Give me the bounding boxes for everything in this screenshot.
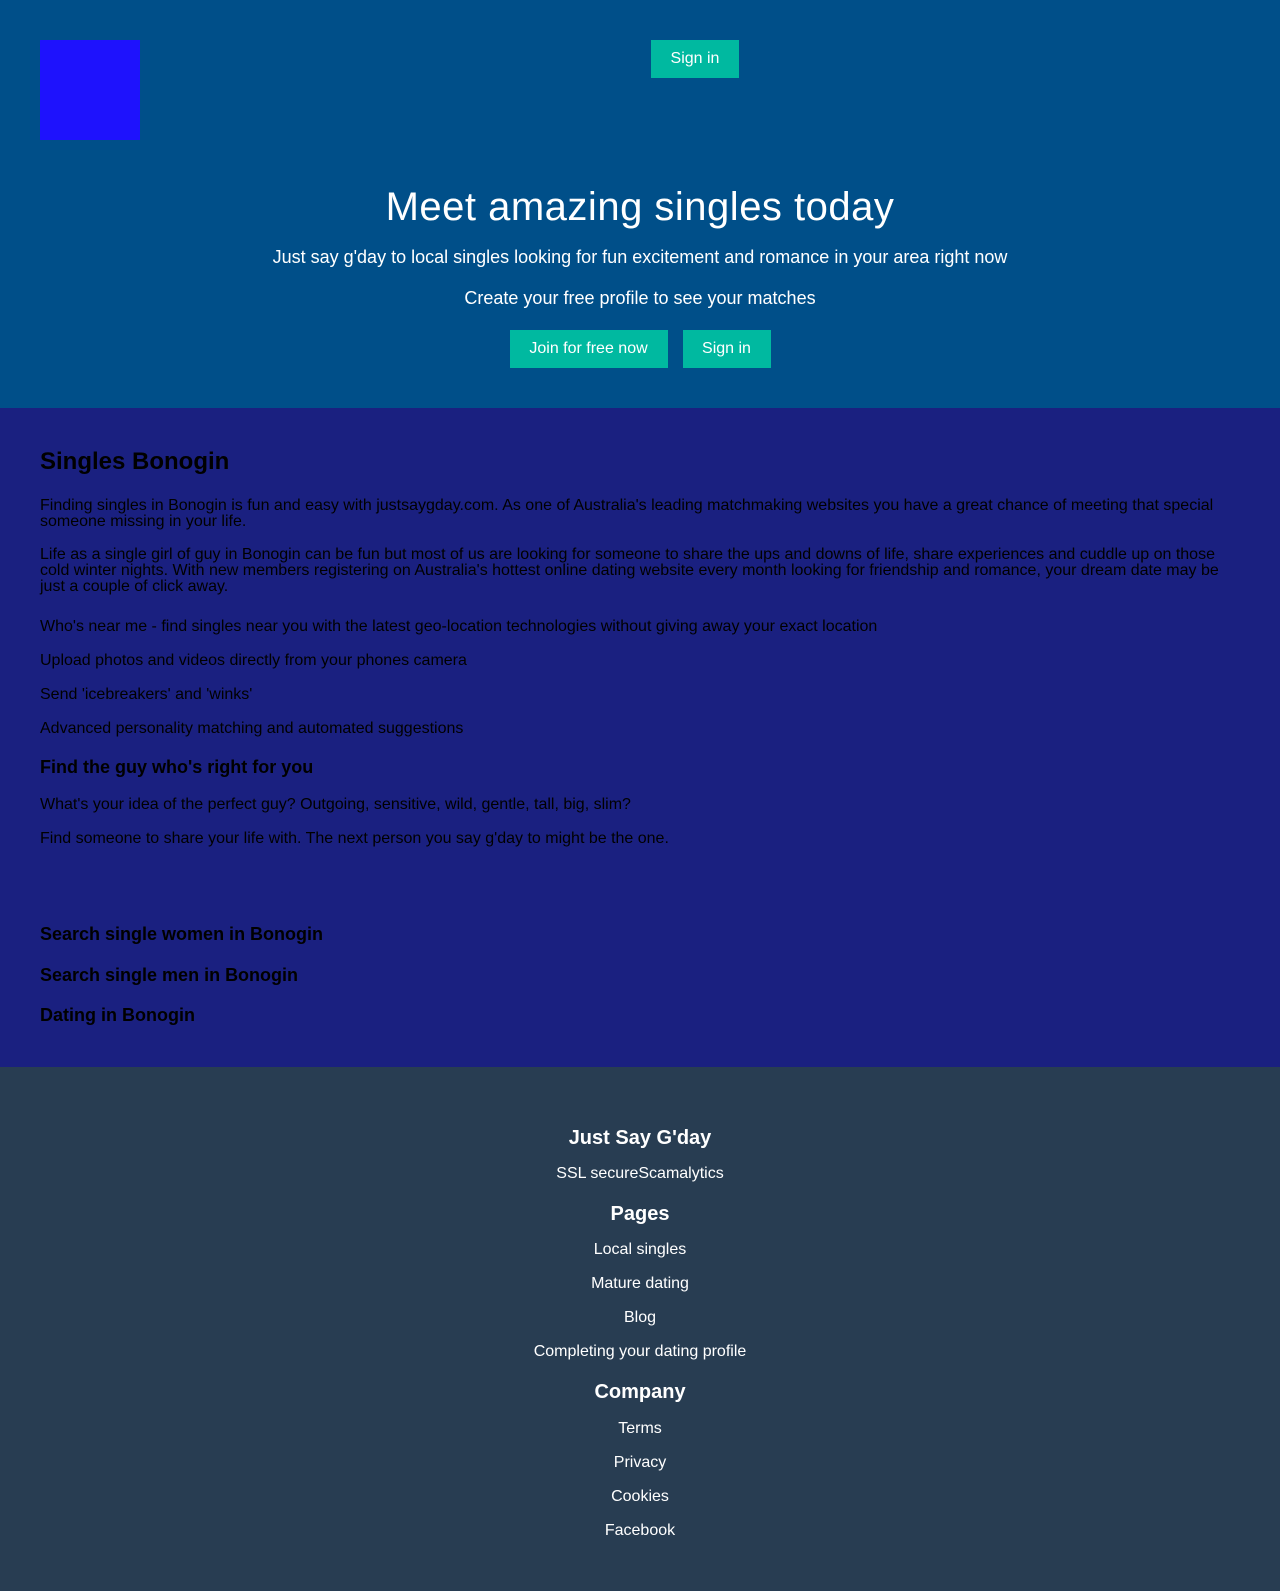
footer-company-heading: Company <box>594 1381 686 1403</box>
footer-link-local-singles[interactable]: Local singles <box>0 1241 1280 1259</box>
hero-cta-text: Create your free profile to see your mat… <box>464 288 816 308</box>
footer-link-privacy[interactable]: Privacy <box>0 1454 1280 1472</box>
header-sign-in-button[interactable]: Sign in <box>651 40 739 78</box>
guy-subheading: Find the guy who's right for you <box>40 757 314 777</box>
feature-personality-matching: Advanced personality matching and automa… <box>40 720 464 737</box>
feature-geo-location: Who's near me - find singles near you wi… <box>40 618 878 635</box>
feature-upload-photos: Upload photos and videos directly from y… <box>40 652 467 669</box>
intro-paragraph: Finding singles in Bonogin is fun and ea… <box>40 497 1214 530</box>
footer-pages-heading: Pages <box>610 1203 670 1225</box>
dating-link[interactable]: Dating in Bonogin <box>40 1005 195 1026</box>
footer-link-mature-dating[interactable]: Mature dating <box>0 1275 1280 1293</box>
footer-link-facebook[interactable]: Facebook <box>0 1522 1280 1540</box>
perfect-guy-paragraph: What's your idea of the perfect guy? Out… <box>40 796 631 813</box>
join-free-button[interactable]: Join for free now <box>509 330 668 368</box>
site-logo[interactable] <box>40 40 140 140</box>
hero-section: Sign in Meet amazing singles today Just … <box>0 0 1280 408</box>
footer-link-cookies[interactable]: Cookies <box>0 1488 1280 1506</box>
footer-link-terms[interactable]: Terms <box>0 1420 1280 1438</box>
share-life-paragraph: Find someone to share your life with. Th… <box>40 830 669 847</box>
main-content: Singles Bonogin Finding singles in Bonog… <box>0 408 1280 1067</box>
search-women-link[interactable]: Search single women in Bonogin <box>40 924 323 945</box>
hero-button-group: Join for free now Sign in <box>0 330 1280 368</box>
main-heading: Singles Bonogin <box>40 448 230 475</box>
hero-title: Meet amazing singles today <box>385 185 895 229</box>
feature-icebreakers: Send 'icebreakers' and 'winks' <box>40 686 253 703</box>
footer-brand: Just Say G'day <box>568 1127 712 1149</box>
life-paragraph: Life as a single girl of guy in Bonogin … <box>40 546 1219 595</box>
footer-link-blog[interactable]: Blog <box>0 1309 1280 1327</box>
footer-link-dating-profile[interactable]: Completing your dating profile <box>0 1343 1280 1361</box>
footer-badges: SSL secureScamalytics <box>556 1165 724 1182</box>
site-footer: Just Say G'day SSL secureScamalytics Pag… <box>0 1067 1280 1591</box>
hero-sign-in-button[interactable]: Sign in <box>682 330 771 368</box>
hero-subtitle: Just say g'day to local singles looking … <box>272 247 1008 267</box>
search-men-link[interactable]: Search single men in Bonogin <box>40 965 298 986</box>
